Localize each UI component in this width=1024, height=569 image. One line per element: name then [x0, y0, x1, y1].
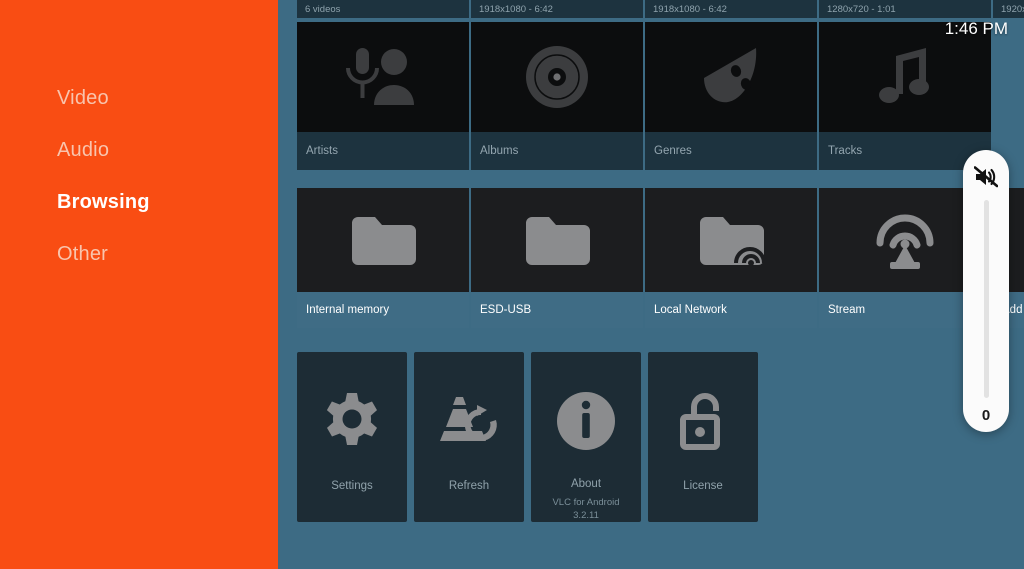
tile-label: License [683, 480, 723, 492]
volume-track[interactable] [983, 200, 989, 398]
video-row: 6 videos 1918x1080 - 6:42 1918x1080 - 6:… [278, 0, 1024, 18]
tile-label: Genres [645, 132, 817, 170]
theater-mask-icon [696, 44, 766, 110]
tile-artists[interactable]: Artists [297, 22, 469, 170]
volume-value: 0 [981, 406, 991, 424]
sidebar-item-label: Browsing [57, 190, 150, 213]
tile-artwork [297, 188, 469, 292]
tile-internal-memory[interactable]: Internal memory [297, 188, 469, 328]
tile-label: Artists [297, 132, 469, 170]
tile-artwork [471, 188, 643, 292]
tile-label: Internal memory [297, 292, 469, 328]
tile-esd-usb[interactable]: ESD-USB [471, 188, 643, 328]
sidebar-item-audio[interactable]: Audio [0, 124, 278, 176]
sidebar: Video Audio Browsing Other [0, 0, 278, 569]
tile-license[interactable]: License [648, 352, 758, 522]
volume-slider[interactable]: 0 [963, 150, 1009, 432]
browsing-row: Internal memory ESD-USB Local Network St… [278, 188, 1024, 328]
tile-label: ESD-USB [471, 292, 643, 328]
video-meta: 1918x1080 - 6:42 [645, 0, 817, 18]
music-note-icon [874, 44, 936, 110]
tile-about[interactable]: About VLC for Android 3.2.11 [531, 352, 641, 522]
tile-label: Albums [471, 132, 643, 170]
volume-mute-icon[interactable] [974, 166, 998, 188]
tile-refresh[interactable]: Refresh [414, 352, 524, 522]
tile-label: Local Network [645, 292, 817, 328]
video-meta: 1920x [993, 0, 1024, 18]
artist-microphone-icon [344, 42, 422, 112]
sidebar-item-video[interactable]: Video [0, 72, 278, 124]
tile-tracks[interactable]: Tracks [819, 22, 991, 170]
tile-settings[interactable]: Settings [297, 352, 407, 522]
info-circle-icon [555, 386, 617, 456]
broadcast-tower-icon [870, 209, 940, 271]
vlc-android-tv-home: Video Audio Browsing Other 6 videos 1918… [0, 0, 1024, 569]
music-categories-row: Artists Albums Genres Tracks [278, 22, 991, 170]
video-meta: 1918x1080 - 6:42 [471, 0, 643, 18]
tile-genres[interactable]: Genres [645, 22, 817, 170]
sidebar-item-other[interactable]: Other [0, 228, 278, 280]
tile-albums[interactable]: Albums [471, 22, 643, 170]
video-tile[interactable]: 1280x720 - 1:01 [819, 0, 991, 18]
unlock-padlock-icon [674, 386, 732, 458]
video-meta: 6 videos [297, 0, 469, 18]
vinyl-disc-icon [524, 44, 590, 110]
video-tile[interactable]: 6 videos [297, 0, 469, 18]
tile-artwork [645, 188, 817, 292]
folder-network-icon [698, 213, 764, 267]
vlc-cone-refresh-icon [436, 386, 502, 458]
tile-label: About [570, 478, 602, 490]
sidebar-item-label: Audio [57, 138, 110, 161]
sidebar-item-browsing[interactable]: Browsing [0, 176, 278, 228]
gear-icon [321, 386, 383, 458]
status-clock: 1:46 PM [944, 19, 1008, 38]
actions-row: Settings Refresh About VLC for Android 3… [278, 352, 758, 522]
folder-icon [524, 213, 590, 267]
tile-artwork [645, 22, 817, 132]
tile-label: Refresh [448, 480, 490, 492]
folder-icon [350, 213, 416, 267]
content-area: 6 videos 1918x1080 - 6:42 1918x1080 - 6:… [278, 0, 1024, 569]
about-app-name: VLC for Android [552, 497, 620, 508]
about-version: 3.2.11 [573, 510, 599, 521]
video-tile[interactable]: 1918x1080 - 6:42 [471, 0, 643, 18]
video-tile[interactable]: 1920x [993, 0, 1024, 18]
tile-local-network[interactable]: Local Network [645, 188, 817, 328]
tile-label: Settings [331, 480, 373, 492]
tile-artwork [471, 22, 643, 132]
sidebar-item-label: Other [57, 242, 109, 265]
sidebar-item-label: Video [57, 86, 109, 109]
video-meta: 1280x720 - 1:01 [819, 0, 991, 18]
tile-artwork [297, 22, 469, 132]
video-tile[interactable]: 1918x1080 - 6:42 [645, 0, 817, 18]
